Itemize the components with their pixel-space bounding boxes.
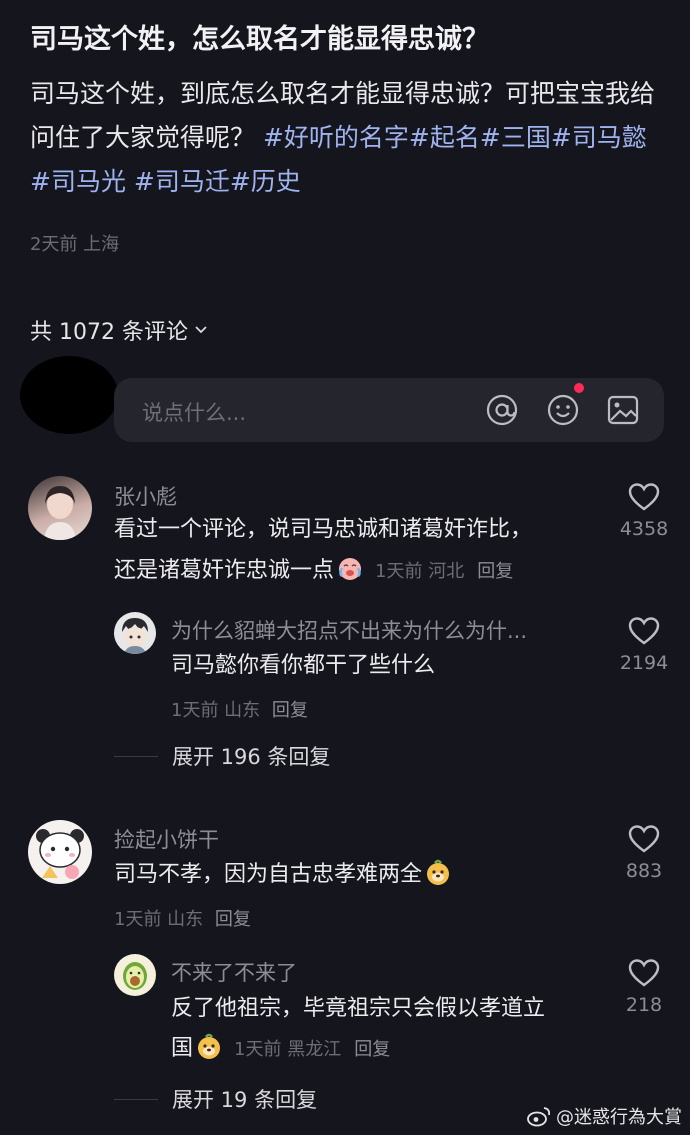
avatar[interactable] [28, 820, 92, 884]
reply-link[interactable]: 回复 [354, 1039, 390, 1060]
reply-username[interactable]: 不来了不来了 [171, 957, 297, 987]
like-button[interactable]: 4358 [584, 482, 690, 540]
avatar[interactable] [28, 476, 92, 540]
hashtag[interactable]: #三国 [480, 123, 551, 152]
comment-text-line: 司马不孝，因为自古忠孝难两全 [114, 855, 452, 895]
comment-text: 还是诸葛奸诈忠诚一点 [114, 558, 335, 583]
like-count: 218 [625, 994, 663, 1016]
expand-replies-button[interactable]: 展开 196 条回复 [114, 741, 330, 771]
post-title: 司马这个姓，怎么取名才能显得忠诚？ [30, 24, 489, 55]
heart-icon [628, 959, 660, 987]
reply-meta: 1天前 黑龙江 [234, 1039, 342, 1060]
comment-username[interactable]: 张小彪 [114, 481, 177, 511]
crying-laughing-emoji-icon [339, 558, 362, 580]
reply-link[interactable]: 回复 [477, 561, 513, 582]
watermark: @迷惑行為大賞 [526, 1103, 682, 1129]
like-count: 883 [625, 860, 663, 882]
comment-text: 司马不孝，因为自古忠孝难两全 [114, 862, 423, 887]
like-count: 4358 [619, 518, 669, 540]
heart-icon [628, 825, 660, 853]
post-meta: 2天前 上海 [30, 234, 120, 255]
reply-link[interactable]: 回复 [272, 700, 308, 721]
notification-dot [574, 383, 584, 393]
divider [114, 1098, 158, 1100]
heart-icon [628, 617, 660, 645]
comment-meta-row: 1天前 山东 回复 [114, 905, 251, 931]
watermark-text: @迷惑行為大賞 [556, 1107, 682, 1128]
reply-text: 国 [171, 1036, 194, 1061]
comment-input-placeholder: 说点什么... [142, 401, 247, 425]
comment-count-label: 共 1072 条评论 [30, 320, 188, 345]
reply-meta: 1天前 山东 [171, 700, 261, 721]
comment-text-line: 还是诸葛奸诈忠诚一点 1天前 河北 回复 [114, 551, 513, 592]
dog-face-emoji-icon [198, 1033, 221, 1059]
reply-text: 司马懿你看你都干了些什么 [171, 653, 436, 678]
my-avatar[interactable] [20, 356, 118, 434]
hashtag[interactable]: #历史 [230, 167, 301, 196]
hashtag[interactable]: #司马懿 [551, 123, 647, 152]
image-icon[interactable] [605, 392, 641, 428]
comment-text-line: 看过一个评论，说司马忠诚和诸葛奸诈比， [114, 517, 533, 542]
avatar-girl-image [44, 486, 76, 540]
heart-icon [628, 483, 660, 511]
expand-replies-button[interactable]: 展开 19 条回复 [114, 1084, 317, 1114]
divider [114, 755, 158, 757]
reply-meta-row: 1天前 山东 回复 [171, 696, 308, 722]
like-button[interactable]: 883 [584, 824, 690, 882]
like-button[interactable]: 218 [584, 958, 690, 1016]
at-mention-icon[interactable] [484, 392, 520, 428]
expand-replies-label: 展开 196 条回复 [172, 745, 331, 769]
emoji-icon[interactable] [545, 392, 581, 428]
avatar[interactable] [114, 612, 156, 654]
reply-text-line: 国 1天前 黑龙江 回复 [171, 1029, 390, 1070]
like-button[interactable]: 2194 [584, 616, 690, 674]
avatar-panda-cartoon-image [36, 829, 84, 879]
hashtag[interactable]: #好听的名字 [263, 123, 409, 152]
reply-text-line: 反了他祖宗，毕竟祖宗只会假以孝道立 [171, 996, 546, 1021]
hashtag[interactable]: #起名 [409, 123, 480, 152]
comment-meta: 1天前 山东 [114, 909, 204, 930]
reply-link[interactable]: 回复 [215, 909, 251, 930]
avatar[interactable] [114, 954, 156, 996]
comment-username[interactable]: 捡起小饼干 [114, 824, 219, 854]
comment-input[interactable]: 说点什么... [114, 378, 664, 442]
chevron-down-icon [195, 326, 207, 334]
expand-replies-label: 展开 19 条回复 [172, 1088, 318, 1112]
comment-meta: 1天前 河北 [375, 561, 465, 582]
hashtag[interactable]: #司马光 [30, 167, 126, 196]
avatar-cartoon-boy-image [122, 618, 148, 654]
comment-count-toggle[interactable]: 共 1072 条评论 [30, 314, 208, 346]
hashtag[interactable]: #司马迁 [134, 167, 230, 196]
post-body: 司马这个姓，到底怎么取名才能显得忠诚？可把宝宝我给问住了大家觉得呢？ #好听的名… [30, 72, 660, 204]
weibo-logo-icon [527, 1107, 551, 1127]
dog-face-emoji-icon [427, 859, 450, 885]
reply-username[interactable]: 为什么貂蝉大招点不出来为什么为什... [171, 615, 601, 645]
avocado-icon [123, 962, 147, 990]
comment-page: 司马这个姓，怎么取名才能显得忠诚？ 司马这个姓，到底怎么取名才能显得忠诚？可把宝… [0, 0, 690, 1135]
like-count: 2194 [619, 652, 669, 674]
